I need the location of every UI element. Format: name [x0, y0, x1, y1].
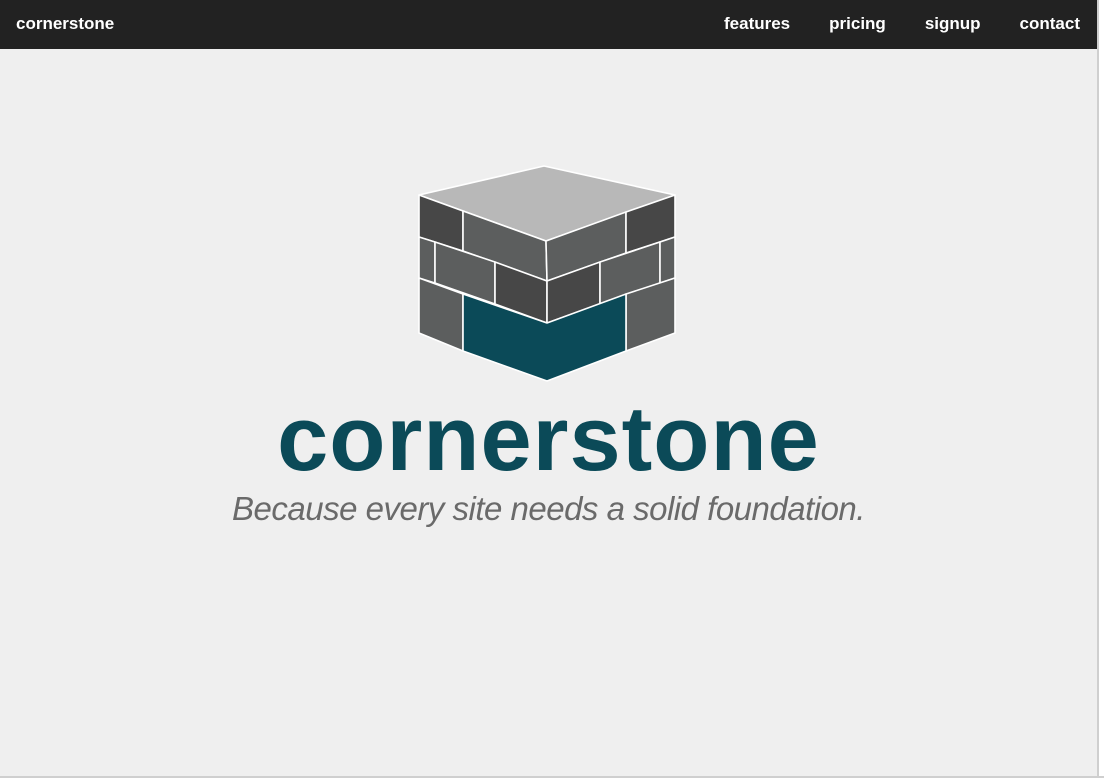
top-navbar: cornerstone features pricing signup cont… [0, 0, 1097, 49]
hero-title: cornerstone [277, 388, 820, 490]
hero-tagline: Because every site needs a solid foundat… [232, 490, 865, 527]
nav-links: features pricing signup contact [724, 13, 1080, 35]
hero-section: cornerstone Because every site needs a s… [0, 49, 1097, 776]
nav-link-features[interactable]: features [724, 13, 790, 35]
brick-cube-logo-icon [418, 165, 676, 382]
nav-link-contact[interactable]: contact [1020, 13, 1080, 35]
nav-link-pricing[interactable]: pricing [829, 13, 886, 35]
nav-link-signup[interactable]: signup [925, 13, 981, 35]
scrollbar-edge [1097, 0, 1099, 778]
brand-link[interactable]: cornerstone [16, 13, 114, 35]
